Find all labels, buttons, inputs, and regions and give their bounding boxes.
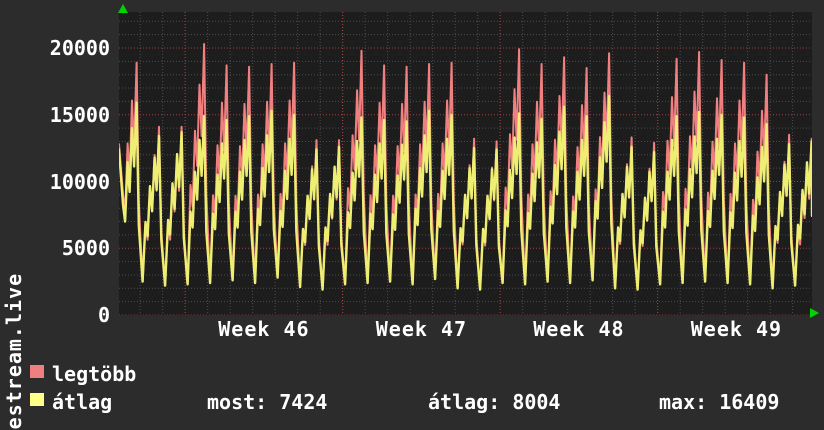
y-axis-arrow-icon [118,4,128,13]
y-tick-label-20000: 20000 [49,36,110,60]
x-tick-label-week-49: Week 49 [690,317,783,341]
stat-atlag: átlag: 8004 [428,391,560,413]
graph-window: onlinestream.live 0 5000 10000 15000 20000 W… [0,0,824,430]
stat-max: max: 16409 [659,391,779,413]
y-tick-label-15000: 15000 [49,102,110,127]
x-axis-arrow-icon [810,308,819,318]
y-tick-label-10000: 10000 [49,169,110,194]
x-tick-label-week-48: Week 48 [533,317,625,341]
stat-max-label: max [659,390,696,414]
chart-plot-area [119,12,812,315]
stat-atlag-value: 8004 [512,390,561,414]
x-tick-label-week-46: Week 46 [218,317,310,341]
legend-swatch-legtobb [30,365,44,378]
y-tick-label-0: 0 [97,303,110,327]
stat-separator: : [695,390,720,414]
stat-separator: : [488,390,513,414]
stat-atlag-label: átlag [428,390,489,414]
x-tick-label-week-47: Week 47 [375,317,468,341]
stat-separator: : [255,390,280,414]
stat-most: most: 7424 [207,391,327,413]
stat-most-label: most [207,390,256,414]
y-tick-label-5000: 5000 [61,236,110,261]
y-axis-title: onlinestream.live [2,272,26,430]
stat-max-value: 16409 [719,390,780,414]
stat-most-value: 7424 [279,390,328,414]
legend-label-atlag: átlag [52,390,113,414]
legend-label-legtobb: legtöbb [52,362,137,386]
legend-swatch-atlag [30,393,44,406]
